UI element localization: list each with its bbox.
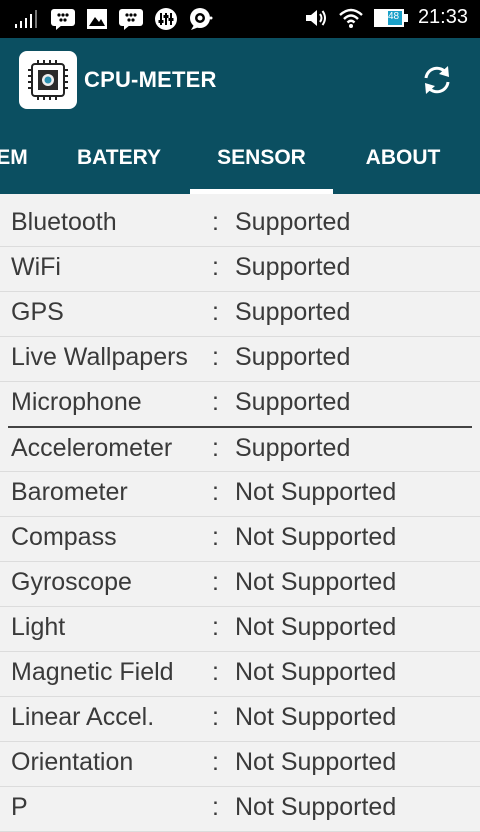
tab-battery[interactable]: BATERY [48, 122, 190, 194]
refresh-button[interactable] [418, 61, 456, 99]
volume-icon [305, 9, 326, 26]
refresh-icon [424, 66, 450, 94]
status-bar: 48 21:33 [0, 0, 480, 38]
list-item: Barometer : Not Supported [0, 472, 480, 517]
sensor-label: Gyroscope [11, 568, 132, 596]
bbm-icon [119, 9, 143, 30]
feature-value: Supported [235, 343, 351, 371]
tab-label: EM [0, 146, 28, 169]
sensor-label: Magnetic Field [11, 658, 174, 686]
sensor-value: Not Supported [235, 523, 397, 551]
separator: : [212, 613, 219, 641]
sensor-label: Accelerometer [11, 434, 173, 462]
sensor-label: Linear Accel. [11, 703, 155, 731]
sensor-value: Not Supported [235, 478, 397, 506]
sensor-label: P [11, 793, 28, 821]
cpu-icon [19, 51, 77, 109]
list-item: Linear Accel. : Not Supported [0, 697, 480, 742]
app-bar: CPU-METER [0, 38, 480, 122]
tab-bar: EM BATERY SENSOR ABOUT [0, 122, 480, 194]
list-item: WiFi : Supported [0, 247, 480, 292]
bbm-icon [51, 9, 75, 30]
sensor-list: Bluetooth : Supported WiFi : Supported G… [0, 202, 480, 832]
separator: : [212, 658, 219, 686]
sensor-value: Not Supported [235, 658, 397, 686]
list-item: Magnetic Field : Not Supported [0, 652, 480, 697]
separator: : [212, 748, 219, 776]
feature-label: GPS [11, 298, 64, 326]
feature-value: Supported [235, 253, 351, 281]
sensor-label: Orientation [11, 748, 134, 776]
tab-label: SENSOR [217, 146, 306, 169]
feature-label: Microphone [11, 388, 142, 416]
sensor-label: Compass [11, 523, 117, 551]
feature-label: WiFi [11, 253, 61, 281]
list-item: Orientation : Not Supported [0, 742, 480, 787]
tab-label: ABOUT [365, 146, 441, 169]
notification-icons [14, 7, 214, 31]
sensor-value: Not Supported [235, 703, 397, 731]
tab-label: BATERY [77, 146, 161, 169]
tab-indicator [190, 189, 333, 194]
separator: : [212, 208, 219, 236]
list-item: P : Not Supported [0, 787, 480, 832]
list-item: Bluetooth : Supported [0, 202, 480, 247]
sensor-value: Not Supported [235, 613, 397, 641]
sensor-value: Not Supported [235, 748, 397, 776]
separator: : [212, 523, 219, 551]
separator: : [212, 568, 219, 596]
feature-value: Supported [235, 298, 351, 326]
list-item: Microphone : Supported [0, 382, 480, 426]
sensor-value: Not Supported [235, 568, 397, 596]
wifi-icon [339, 8, 363, 28]
tab-system[interactable]: EM [0, 122, 36, 194]
sensor-label: Light [11, 613, 66, 641]
app-title: CPU-METER [84, 67, 217, 92]
feature-label: Live Wallpapers [11, 343, 188, 371]
separator: : [212, 253, 219, 281]
feature-value: Supported [235, 388, 351, 416]
battery-icon: 48 [373, 8, 408, 27]
separator: : [212, 434, 219, 462]
message-icon [190, 8, 213, 30]
system-icons: 48 21:33 [304, 6, 468, 29]
clock: 21:33 [417, 6, 468, 28]
separator: : [212, 343, 219, 371]
feature-value: Supported [235, 208, 351, 236]
equalizer-icon [155, 8, 177, 30]
separator: : [212, 298, 219, 326]
list-item: Live Wallpapers : Supported [0, 337, 480, 382]
tab-about[interactable]: ABOUT [333, 122, 473, 194]
battery-level: 48 [387, 10, 400, 22]
separator: : [212, 703, 219, 731]
sensor-label: Barometer [11, 478, 128, 506]
list-item: Light : Not Supported [0, 607, 480, 652]
separator: : [212, 478, 219, 506]
tab-sensor[interactable]: SENSOR [190, 122, 333, 194]
separator: : [212, 793, 219, 821]
sensor-value: Supported [235, 434, 351, 462]
list-item: GPS : Supported [0, 292, 480, 337]
list-item: Accelerometer : Supported [0, 428, 480, 472]
list-item: Compass : Not Supported [0, 517, 480, 562]
list-item: Gyroscope : Not Supported [0, 562, 480, 607]
signal-icon [15, 10, 37, 28]
separator: : [212, 388, 219, 416]
sensor-value: Not Supported [235, 793, 397, 821]
feature-label: Bluetooth [11, 208, 117, 236]
gallery-icon [87, 9, 107, 29]
